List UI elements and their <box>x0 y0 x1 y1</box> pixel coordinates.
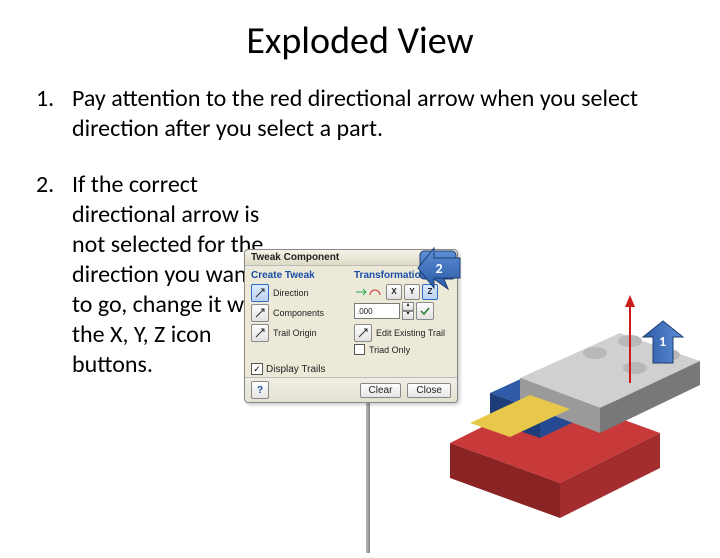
edit-trail-label: Edit Existing Trail <box>376 328 451 338</box>
list-item-1: 1. Pay attention to the red directional … <box>36 84 684 144</box>
triad-only-checkbox[interactable] <box>354 344 365 355</box>
exploded-model <box>420 233 720 533</box>
direction-pick-button[interactable] <box>251 284 269 302</box>
create-tweak-column: Create Tweak Direction Components <box>251 270 348 357</box>
linear-rotate-icons[interactable] <box>354 285 382 299</box>
trail-origin-label: Trail Origin <box>273 328 348 338</box>
display-trails-checkbox[interactable]: ✓ <box>251 363 263 375</box>
axis-x-button[interactable]: X <box>386 284 402 300</box>
apply-distance-button[interactable] <box>416 302 434 320</box>
distance-spinner[interactable]: ▴▾ <box>402 302 414 320</box>
direction-label: Direction <box>273 288 348 298</box>
components-label: Components <box>273 308 348 318</box>
figure-area: Tweak Component Create Tweak Direction C… <box>240 213 720 553</box>
list-text-1: Pay attention to the red directional arr… <box>72 84 684 144</box>
distance-value-field[interactable]: .000 <box>354 303 400 319</box>
signpost-pole <box>366 383 370 553</box>
close-button[interactable]: Close <box>407 383 451 398</box>
triad-only-label: Triad Only <box>369 345 451 355</box>
clear-button[interactable]: Clear <box>360 383 402 398</box>
components-pick-button[interactable] <box>251 304 269 322</box>
callout-2-number: 2 <box>435 260 442 277</box>
display-trails-label: Display Trails <box>266 364 325 375</box>
trail-origin-pick-button[interactable] <box>251 324 269 342</box>
list-number-1: 1. <box>36 84 62 144</box>
list-number-2: 2. <box>36 170 62 200</box>
help-button[interactable]: ? <box>251 381 269 399</box>
edit-trail-pick-button[interactable] <box>354 324 372 342</box>
callout-1-number: 1 <box>659 333 666 350</box>
callout-1: 1 <box>640 319 686 365</box>
slide-title: Exploded View <box>0 18 720 64</box>
create-tweak-heading: Create Tweak <box>251 270 348 281</box>
callout-2: 2 <box>416 245 462 291</box>
